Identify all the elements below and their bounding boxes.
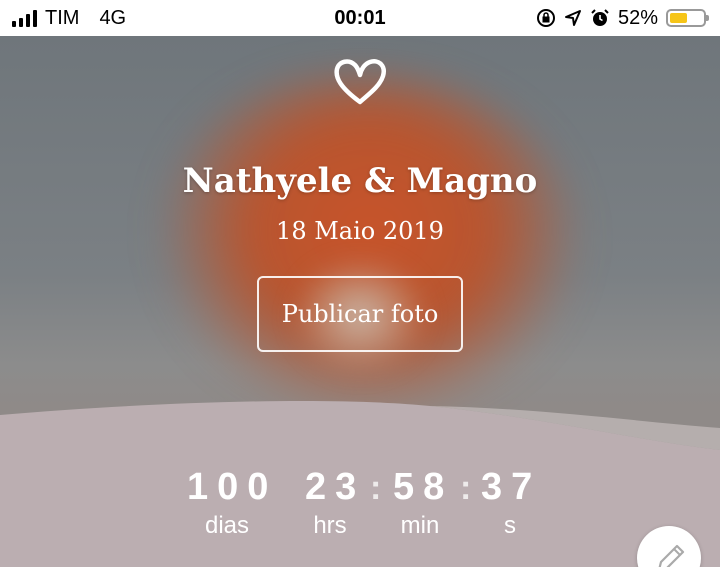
countdown-days: 100 — [187, 466, 278, 508]
battery-icon — [666, 9, 709, 27]
minutes-label: min — [400, 512, 440, 539]
orientation-lock-icon — [536, 9, 555, 27]
countdown-separator: : — [370, 469, 382, 507]
couple-names: Nathyele & Magno — [182, 161, 538, 201]
alarm-clock-icon — [591, 9, 609, 26]
hours-label: hrs — [313, 512, 347, 539]
location-arrow-icon — [564, 10, 581, 26]
seconds-label: s — [504, 512, 516, 539]
countdown-minutes: 58 — [393, 466, 454, 508]
event-hero: Nathyele & Magno 18 Maio 2019 Publicar f… — [0, 36, 720, 567]
battery-percent: 52% — [617, 6, 658, 29]
countdown-hours: 23 — [305, 466, 366, 508]
publish-photo-button[interactable]: Publicar foto — [257, 276, 463, 352]
wedding-date: 18 Maio 2019 — [276, 217, 444, 245]
edit-button[interactable] — [637, 526, 701, 567]
battery-level-fill — [670, 13, 687, 23]
days-label: dias — [204, 512, 250, 539]
countdown-seconds: 37 — [481, 466, 542, 508]
heart-outline-icon — [334, 59, 386, 105]
countdown-separator: : — [460, 469, 472, 507]
status-right: 52% — [536, 0, 709, 36]
pencil-icon — [658, 544, 685, 567]
status-bar: TIM 4G 00:01 52% — [0, 0, 720, 36]
